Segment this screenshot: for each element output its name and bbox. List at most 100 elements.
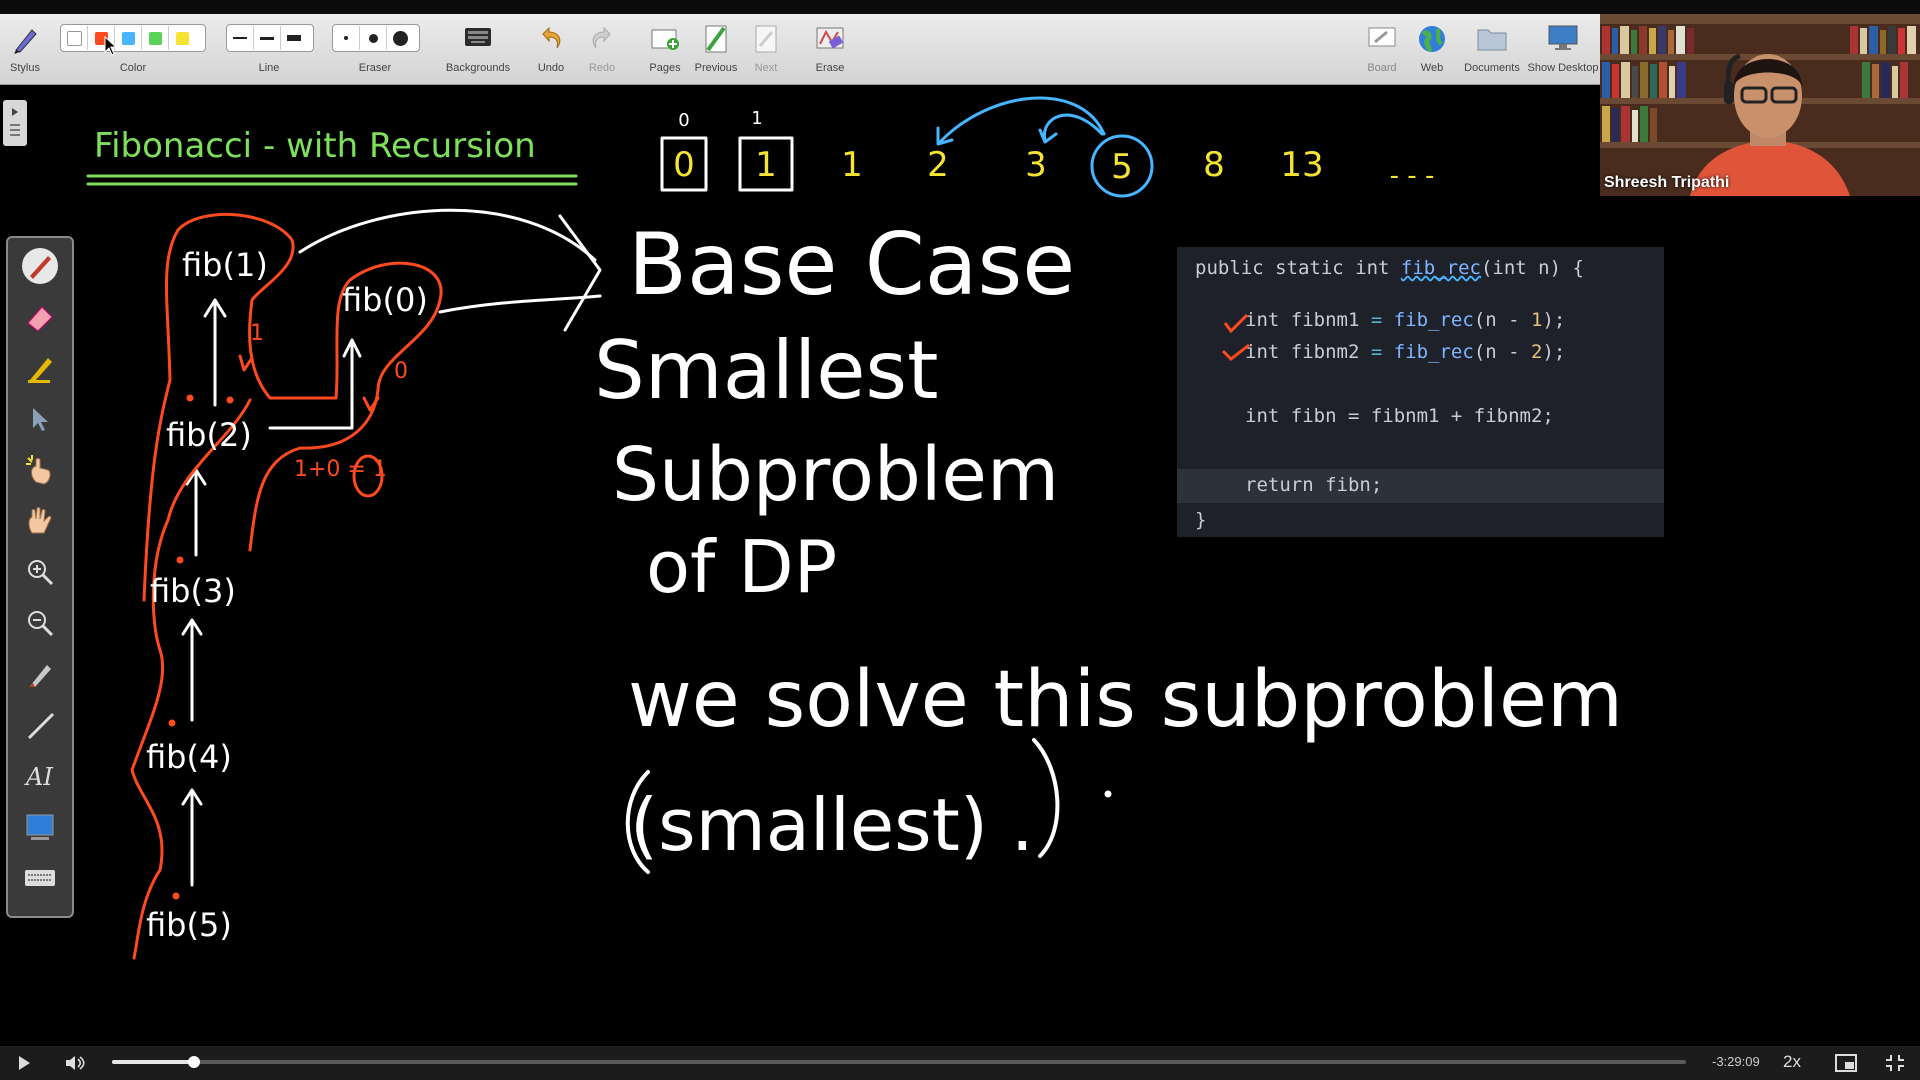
line-thin[interactable] — [227, 26, 254, 50]
fib-call-node: fib(0) — [342, 281, 428, 319]
fib-call-node: fib(1) — [182, 246, 268, 284]
board-title: Fibonacci - with Recursion — [94, 126, 536, 166]
note-line: Subproblem — [612, 432, 1059, 518]
checkmark-annotations — [1221, 313, 1250, 361]
note-line: Base Case — [628, 215, 1075, 315]
volume-icon[interactable] — [64, 1054, 86, 1072]
color-swatch-white[interactable] — [61, 26, 88, 50]
code-closing-brace: } — [1195, 509, 1207, 531]
sequence-item: 0 — [673, 145, 695, 185]
board-button[interactable]: Board — [1364, 14, 1400, 84]
playback-speed-button[interactable]: 2x — [1783, 1052, 1801, 1072]
undo-label: Undo — [537, 62, 565, 74]
next-page-icon — [755, 25, 777, 53]
code-line-1: int fibnm1 = fib_rec(n - 1); — [1245, 309, 1565, 331]
color-swatch-yellow[interactable] — [169, 26, 195, 50]
pages-button[interactable]: Pages — [644, 14, 686, 84]
previous-page-button[interactable]: Previous — [694, 14, 738, 84]
sequence-item: - - - — [1390, 161, 1435, 191]
play-icon[interactable] — [16, 1055, 32, 1071]
show-desktop-button[interactable]: Show Desktop — [1527, 14, 1599, 84]
line-thick[interactable] — [281, 26, 307, 50]
sequence-item: 5 — [1111, 147, 1133, 187]
backgrounds-button[interactable]: Backgrounds — [440, 14, 516, 84]
line-label: Line — [258, 62, 280, 74]
window-top-strip — [0, 0, 1920, 14]
sequence-item: 1 — [841, 145, 863, 185]
progress-knob[interactable] — [187, 1056, 200, 1068]
line-thick-glyph — [287, 35, 301, 41]
code-token: fib_rec — [1400, 257, 1481, 279]
add-page-icon — [651, 29, 679, 50]
redo-icon — [592, 26, 611, 49]
previous-label: Previous — [694, 62, 738, 74]
line-medium-glyph — [260, 36, 274, 40]
code-token: (int n) { — [1480, 257, 1584, 279]
code-line-4: return fibn; — [1245, 474, 1383, 496]
note-line: we solve this subproblem — [628, 655, 1623, 745]
erase-label: Erase — [815, 62, 845, 74]
code-token: int — [1245, 405, 1291, 427]
code-token: int — [1245, 341, 1291, 363]
picture-in-picture-icon[interactable] — [1835, 1054, 1857, 1072]
eraser-medium[interactable] — [360, 26, 387, 50]
code-token: fibnm2 — [1290, 341, 1360, 363]
line-tool[interactable]: Line — [224, 14, 314, 84]
documents-button[interactable]: Documents — [1462, 14, 1522, 84]
sequence-item: 8 — [1203, 145, 1225, 185]
return-value-label: 0 — [394, 359, 408, 384]
backgrounds-label: Backgrounds — [445, 62, 511, 74]
line-thin-glyph — [233, 37, 247, 39]
note-line: (smallest) . — [630, 783, 1034, 867]
web-button[interactable]: Web — [1414, 14, 1450, 84]
color-swatch-fill — [66, 30, 82, 46]
presenter-video — [1600, 14, 1920, 196]
color-tool[interactable]: Color — [58, 14, 208, 84]
eraser-large[interactable] — [387, 26, 413, 50]
redo-button[interactable]: Redo — [581, 14, 623, 84]
sequence-mark: 1 — [751, 108, 762, 129]
code-token: (n - — [1473, 309, 1532, 331]
color-swatch-green[interactable] — [142, 26, 169, 50]
documents-label: Documents — [1464, 62, 1520, 74]
pages-label: Pages — [649, 62, 681, 74]
web-label: Web — [1420, 62, 1444, 74]
show-desktop-label: Show Desktop — [1527, 62, 1599, 74]
line-width-selector — [226, 24, 314, 52]
undo-button[interactable]: Undo — [530, 14, 572, 84]
line-medium[interactable] — [254, 26, 281, 50]
erase-all-button[interactable]: Erase — [806, 14, 854, 84]
color-swatch-blue[interactable] — [115, 26, 142, 50]
monitor-icon — [1548, 25, 1578, 50]
sum-note: 1+0 = 1 — [294, 457, 387, 482]
eraser-small[interactable] — [333, 26, 360, 50]
sequence-item: 3 — [1025, 145, 1047, 185]
presenter-webcam: Shreesh Tripathi — [1600, 14, 1920, 196]
stylus-label: Stylus — [10, 62, 40, 74]
folder-icon — [1477, 29, 1507, 51]
redo-label: Redo — [588, 62, 616, 74]
progress-bar-fill — [112, 1060, 194, 1064]
eraser-tool[interactable]: Eraser — [330, 14, 420, 84]
code-token: fib_rec — [1393, 309, 1474, 331]
next-page-button[interactable]: Next — [746, 14, 786, 84]
exit-fullscreen-icon[interactable] — [1885, 1054, 1905, 1072]
note-line: Smallest — [594, 324, 938, 417]
mouse-cursor-icon — [104, 36, 118, 56]
previous-page-icon — [705, 25, 727, 53]
fib-call-node: fib(4) — [146, 738, 232, 776]
fib-call-node: fib(3) — [150, 572, 236, 610]
code-token: = — [1359, 341, 1394, 363]
board-icon — [1368, 27, 1396, 47]
eraser-medium-glyph — [368, 33, 378, 43]
eraser-label: Eraser — [358, 62, 392, 74]
stylus-tool[interactable]: Stylus — [4, 14, 46, 84]
progress-bar[interactable] — [112, 1056, 1686, 1068]
presenter-name: Shreesh Tripathi — [1604, 174, 1730, 191]
code-signature: public static int fib_rec(int n) { — [1195, 257, 1584, 279]
whiteboard-canvas[interactable]: Fibonacci - with Recursion 0 1 1 2 3 5 8… — [0, 85, 1920, 1045]
keyboard-icon — [465, 28, 491, 46]
fib-call-node: fib(5) — [146, 906, 232, 944]
color-swatch-fill — [148, 31, 162, 45]
fib-call-node: fib(2) — [166, 416, 252, 454]
